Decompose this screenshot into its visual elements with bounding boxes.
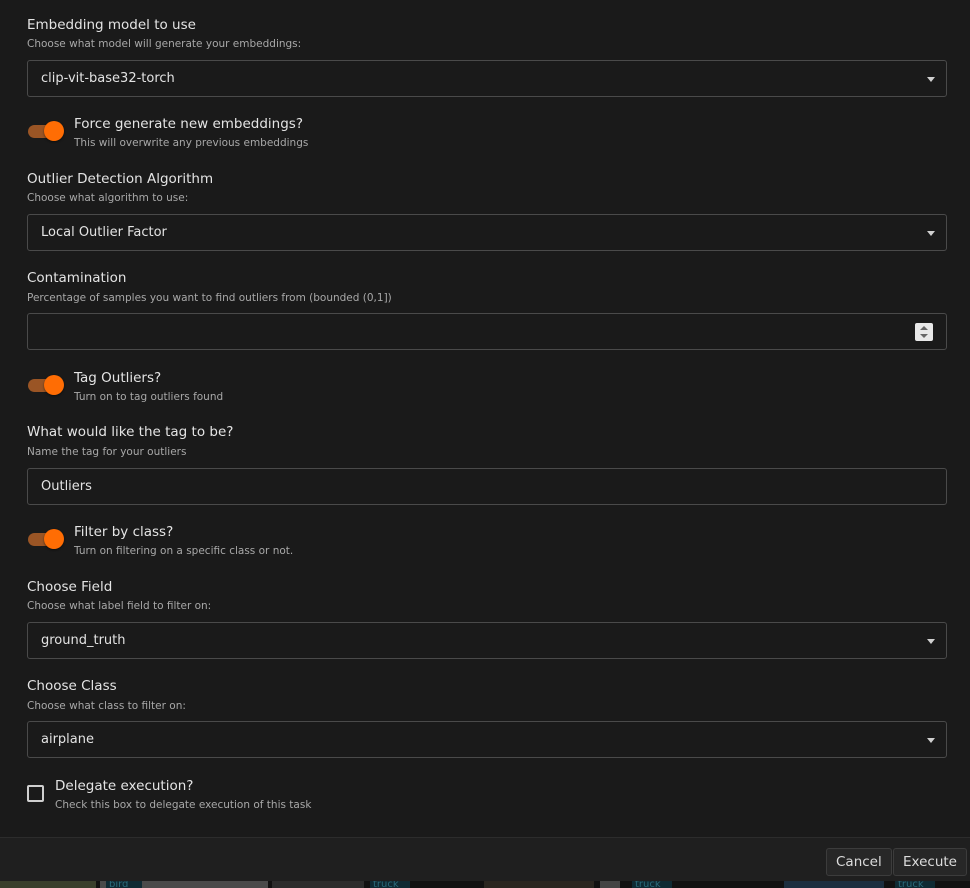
tag-name-value: Outliers <box>41 479 92 494</box>
choose-class-select[interactable]: airplane <box>27 721 947 758</box>
tag-outliers-label: Tag Outliers? <box>74 370 162 386</box>
force-generate-description: This will overwrite any previous embeddi… <box>74 137 309 149</box>
sample-thumbnail <box>600 881 620 888</box>
chevron-down-icon <box>927 77 935 82</box>
toggle-thumb <box>44 529 64 549</box>
choose-class-description: Choose what class to filter on: <box>27 700 186 712</box>
background-sample-grid: bird truck truck truck <box>0 881 970 888</box>
force-generate-label: Force generate new embeddings? <box>74 116 304 132</box>
sample-thumbnail <box>484 881 594 888</box>
outlier-algorithm-description: Choose what algorithm to use: <box>27 192 189 204</box>
chevron-down-icon <box>927 639 935 644</box>
delegate-checkbox[interactable] <box>27 785 44 802</box>
contamination-description: Percentage of samples you want to find o… <box>27 292 392 304</box>
embedding-model-label: Embedding model to use <box>27 17 196 33</box>
choose-field-label: Choose Field <box>27 579 113 595</box>
filter-by-class-description: Turn on filtering on a specific class or… <box>74 545 294 557</box>
sample-label-tag: truck <box>895 881 935 888</box>
embedding-model-value: clip-vit-base32-torch <box>41 71 175 86</box>
sample-label-tag: bird <box>106 881 142 888</box>
spinner-down-icon[interactable] <box>920 334 928 338</box>
chevron-down-icon <box>927 231 935 236</box>
spinner-icon[interactable] <box>915 323 933 341</box>
sample-thumbnail <box>272 881 364 888</box>
tag-outliers-toggle[interactable] <box>27 374 65 396</box>
outlier-algorithm-value: Local Outlier Factor <box>41 225 167 240</box>
sample-thumbnail <box>784 881 884 888</box>
choose-field-value: ground_truth <box>41 633 126 648</box>
operator-form-panel: Embedding model to use Choose what model… <box>0 0 970 837</box>
outlier-algorithm-label: Outlier Detection Algorithm <box>27 171 214 187</box>
tag-outliers-description: Turn on to tag outliers found <box>74 391 224 403</box>
filter-by-class-label: Filter by class? <box>74 524 174 540</box>
delegate-label: Delegate execution? <box>55 778 194 794</box>
toggle-thumb <box>44 121 64 141</box>
dialog-footer: Cancel Execute <box>0 837 970 881</box>
outlier-algorithm-select[interactable]: Local Outlier Factor <box>27 214 947 251</box>
sample-label-tag: truck <box>632 881 672 888</box>
delegate-description: Check this box to delegate execution of … <box>55 799 312 811</box>
tag-name-description: Name the tag for your outliers <box>27 446 187 458</box>
force-generate-toggle[interactable] <box>27 120 65 142</box>
filter-by-class-toggle[interactable] <box>27 528 65 550</box>
chevron-down-icon <box>927 738 935 743</box>
tag-name-input[interactable]: Outliers <box>27 468 947 505</box>
cancel-button[interactable]: Cancel <box>826 848 892 876</box>
embedding-model-select[interactable]: clip-vit-base32-torch <box>27 60 947 97</box>
contamination-label: Contamination <box>27 270 127 286</box>
tag-name-label: What would like the tag to be? <box>27 424 234 440</box>
choose-field-description: Choose what label field to filter on: <box>27 600 212 612</box>
sample-label-tag: truck <box>370 881 410 888</box>
sample-thumbnail <box>0 881 96 888</box>
embedding-model-description: Choose what model will generate your emb… <box>27 38 302 50</box>
choose-class-label: Choose Class <box>27 678 117 694</box>
execute-button[interactable]: Execute <box>893 848 967 876</box>
spinner-up-icon[interactable] <box>920 326 928 330</box>
choose-class-value: airplane <box>41 732 94 747</box>
toggle-thumb <box>44 375 64 395</box>
choose-field-select[interactable]: ground_truth <box>27 622 947 659</box>
contamination-input[interactable] <box>27 313 947 350</box>
